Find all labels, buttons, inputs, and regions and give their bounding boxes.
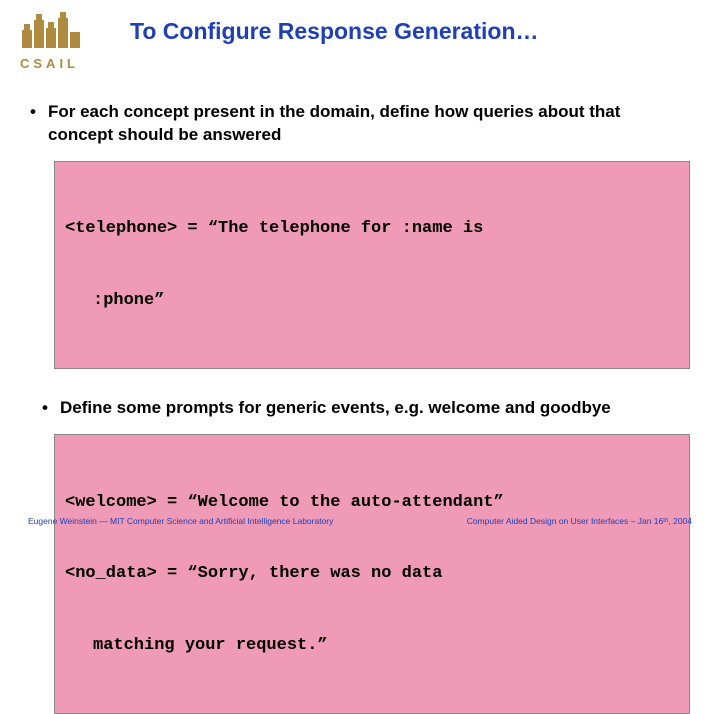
logo-text: CSAIL (20, 56, 79, 71)
slide-footer: Eugene Weinstein — MIT Computer Science … (0, 516, 720, 526)
code-block: <welcome> = “Welcome to the auto-attenda… (54, 434, 690, 714)
slide-header: CSAIL To Configure Response Generation… (0, 0, 720, 71)
code-block: <telephone> = “The telephone for :name i… (54, 161, 690, 369)
footer-left: Eugene Weinstein — MIT Computer Science … (28, 516, 333, 526)
code-line: matching your request.” (65, 634, 679, 658)
code-line: :phone” (65, 289, 679, 313)
code-line: <telephone> = “The telephone for :name i… (65, 217, 679, 241)
bullet-item: For each concept present in the domain, … (30, 101, 690, 147)
csail-logo-icon (20, 10, 90, 50)
slide-content: For each concept present in the domain, … (0, 71, 720, 714)
slide-title: To Configure Response Generation… (130, 18, 539, 45)
code-line: <no_data> = “Sorry, there was no data (65, 562, 679, 586)
bullet-item: Define some prompts for generic events, … (42, 397, 690, 420)
code-line: <welcome> = “Welcome to the auto-attenda… (65, 491, 679, 515)
logo-block: CSAIL (20, 10, 90, 71)
footer-right: Computer Aided Design on User Interfaces… (467, 516, 692, 526)
